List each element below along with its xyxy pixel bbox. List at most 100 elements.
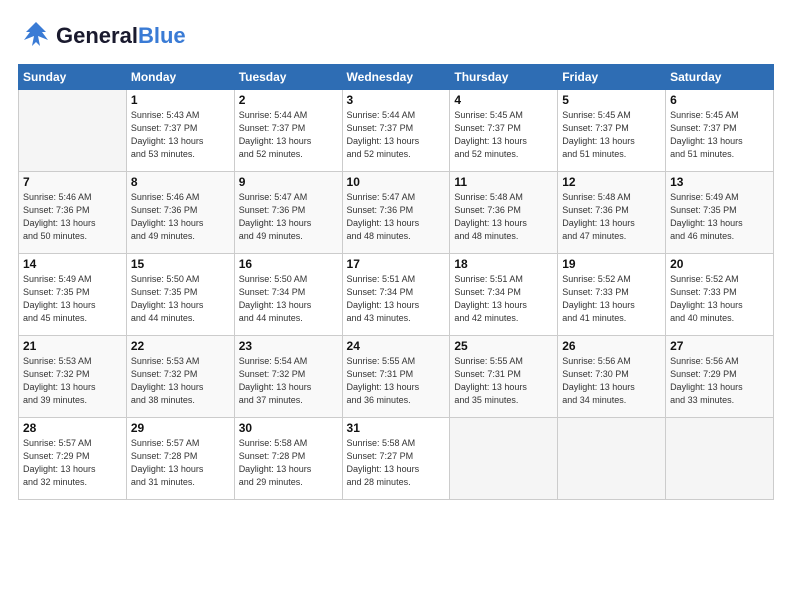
calendar-cell: 14 Sunrise: 5:49 AM Sunset: 7:35 PM Dayli… xyxy=(19,254,127,336)
day-number: 26 xyxy=(562,339,661,353)
day-info: Sunrise: 5:57 AM Sunset: 7:28 PM Dayligh… xyxy=(131,437,230,489)
day-number: 2 xyxy=(239,93,338,107)
day-number: 25 xyxy=(454,339,553,353)
calendar-week-row: 21 Sunrise: 5:53 AM Sunset: 7:32 PM Dayli… xyxy=(19,336,774,418)
calendar-cell: 22 Sunrise: 5:53 AM Sunset: 7:32 PM Dayli… xyxy=(126,336,234,418)
calendar-cell: 30 Sunrise: 5:58 AM Sunset: 7:28 PM Dayli… xyxy=(234,418,342,500)
calendar-cell: 21 Sunrise: 5:53 AM Sunset: 7:32 PM Dayli… xyxy=(19,336,127,418)
day-number: 31 xyxy=(347,421,446,435)
day-info: Sunrise: 5:50 AM Sunset: 7:34 PM Dayligh… xyxy=(239,273,338,325)
day-info: Sunrise: 5:48 AM Sunset: 7:36 PM Dayligh… xyxy=(454,191,553,243)
weekday-header: Sunday xyxy=(19,65,127,90)
day-number: 23 xyxy=(239,339,338,353)
day-info: Sunrise: 5:44 AM Sunset: 7:37 PM Dayligh… xyxy=(239,109,338,161)
day-number: 20 xyxy=(670,257,769,271)
calendar-week-row: 14 Sunrise: 5:49 AM Sunset: 7:35 PM Dayli… xyxy=(19,254,774,336)
calendar-cell: 18 Sunrise: 5:51 AM Sunset: 7:34 PM Dayli… xyxy=(450,254,558,336)
day-info: Sunrise: 5:58 AM Sunset: 7:28 PM Dayligh… xyxy=(239,437,338,489)
calendar-cell: 7 Sunrise: 5:46 AM Sunset: 7:36 PM Daylig… xyxy=(19,172,127,254)
day-number: 10 xyxy=(347,175,446,189)
day-number: 3 xyxy=(347,93,446,107)
day-info: Sunrise: 5:48 AM Sunset: 7:36 PM Dayligh… xyxy=(562,191,661,243)
day-number: 30 xyxy=(239,421,338,435)
day-info: Sunrise: 5:54 AM Sunset: 7:32 PM Dayligh… xyxy=(239,355,338,407)
day-number: 17 xyxy=(347,257,446,271)
day-info: Sunrise: 5:49 AM Sunset: 7:35 PM Dayligh… xyxy=(670,191,769,243)
calendar-cell: 10Sunrise: 5:47 AM Sunset: 7:36 PM Dayli… xyxy=(342,172,450,254)
header: GeneralBlue xyxy=(18,18,774,54)
day-number: 18 xyxy=(454,257,553,271)
calendar-cell: 26 Sunrise: 5:56 AM Sunset: 7:30 PM Dayli… xyxy=(558,336,666,418)
page-container: GeneralBlue SundayMondayTuesdayWednesday… xyxy=(0,0,792,510)
calendar-cell: 27Sunrise: 5:56 AM Sunset: 7:29 PM Dayli… xyxy=(666,336,774,418)
calendar-cell: 19Sunrise: 5:52 AM Sunset: 7:33 PM Dayli… xyxy=(558,254,666,336)
day-info: Sunrise: 5:53 AM Sunset: 7:32 PM Dayligh… xyxy=(131,355,230,407)
day-info: Sunrise: 5:47 AM Sunset: 7:36 PM Dayligh… xyxy=(239,191,338,243)
day-info: Sunrise: 5:56 AM Sunset: 7:30 PM Dayligh… xyxy=(562,355,661,407)
calendar-cell: 16 Sunrise: 5:50 AM Sunset: 7:34 PM Dayli… xyxy=(234,254,342,336)
day-number: 12 xyxy=(562,175,661,189)
calendar-cell xyxy=(450,418,558,500)
day-info: Sunrise: 5:46 AM Sunset: 7:36 PM Dayligh… xyxy=(23,191,122,243)
day-info: Sunrise: 5:49 AM Sunset: 7:35 PM Dayligh… xyxy=(23,273,122,325)
calendar-cell: 1 Sunrise: 5:43 AM Sunset: 7:37 PM Daylig… xyxy=(126,90,234,172)
logo-general: General xyxy=(56,23,138,48)
calendar-cell: 6Sunrise: 5:45 AM Sunset: 7:37 PM Daylig… xyxy=(666,90,774,172)
day-info: Sunrise: 5:45 AM Sunset: 7:37 PM Dayligh… xyxy=(562,109,661,161)
calendar-cell xyxy=(666,418,774,500)
calendar-cell: 31Sunrise: 5:58 AM Sunset: 7:27 PM Dayli… xyxy=(342,418,450,500)
day-info: Sunrise: 5:55 AM Sunset: 7:31 PM Dayligh… xyxy=(454,355,553,407)
calendar-cell: 28Sunrise: 5:57 AM Sunset: 7:29 PM Dayli… xyxy=(19,418,127,500)
day-number: 15 xyxy=(131,257,230,271)
day-number: 7 xyxy=(23,175,122,189)
weekday-header: Thursday xyxy=(450,65,558,90)
calendar-cell: 23 Sunrise: 5:54 AM Sunset: 7:32 PM Dayli… xyxy=(234,336,342,418)
day-number: 16 xyxy=(239,257,338,271)
calendar-table: SundayMondayTuesdayWednesdayThursdayFrid… xyxy=(18,64,774,500)
calendar-cell: 4 Sunrise: 5:45 AM Sunset: 7:37 PM Daylig… xyxy=(450,90,558,172)
day-info: Sunrise: 5:50 AM Sunset: 7:35 PM Dayligh… xyxy=(131,273,230,325)
day-info: Sunrise: 5:51 AM Sunset: 7:34 PM Dayligh… xyxy=(454,273,553,325)
day-number: 5 xyxy=(562,93,661,107)
calendar-cell: 15 Sunrise: 5:50 AM Sunset: 7:35 PM Dayli… xyxy=(126,254,234,336)
day-number: 27 xyxy=(670,339,769,353)
day-info: Sunrise: 5:53 AM Sunset: 7:32 PM Dayligh… xyxy=(23,355,122,407)
calendar-cell: 5 Sunrise: 5:45 AM Sunset: 7:37 PM Daylig… xyxy=(558,90,666,172)
weekday-header: Friday xyxy=(558,65,666,90)
calendar-cell: 11 Sunrise: 5:48 AM Sunset: 7:36 PM Dayli… xyxy=(450,172,558,254)
day-number: 8 xyxy=(131,175,230,189)
calendar-cell xyxy=(558,418,666,500)
day-number: 9 xyxy=(239,175,338,189)
day-number: 14 xyxy=(23,257,122,271)
day-info: Sunrise: 5:45 AM Sunset: 7:37 PM Dayligh… xyxy=(454,109,553,161)
day-info: Sunrise: 5:52 AM Sunset: 7:33 PM Dayligh… xyxy=(670,273,769,325)
day-info: Sunrise: 5:44 AM Sunset: 7:37 PM Dayligh… xyxy=(347,109,446,161)
calendar-cell xyxy=(19,90,127,172)
day-number: 21 xyxy=(23,339,122,353)
logo-blue: Blue xyxy=(138,23,186,48)
day-info: Sunrise: 5:45 AM Sunset: 7:37 PM Dayligh… xyxy=(670,109,769,161)
calendar-week-row: 7 Sunrise: 5:46 AM Sunset: 7:36 PM Daylig… xyxy=(19,172,774,254)
calendar-cell: 3 Sunrise: 5:44 AM Sunset: 7:37 PM Daylig… xyxy=(342,90,450,172)
weekday-header: Wednesday xyxy=(342,65,450,90)
calendar-week-row: 28Sunrise: 5:57 AM Sunset: 7:29 PM Dayli… xyxy=(19,418,774,500)
logo: GeneralBlue xyxy=(18,18,186,54)
day-number: 13 xyxy=(670,175,769,189)
calendar-cell: 29 Sunrise: 5:57 AM Sunset: 7:28 PM Dayli… xyxy=(126,418,234,500)
day-number: 29 xyxy=(131,421,230,435)
weekday-header-row: SundayMondayTuesdayWednesdayThursdayFrid… xyxy=(19,65,774,90)
calendar-cell: 13 Sunrise: 5:49 AM Sunset: 7:35 PM Dayli… xyxy=(666,172,774,254)
calendar-cell: 9 Sunrise: 5:47 AM Sunset: 7:36 PM Daylig… xyxy=(234,172,342,254)
day-number: 28 xyxy=(23,421,122,435)
day-number: 4 xyxy=(454,93,553,107)
calendar-cell: 17Sunrise: 5:51 AM Sunset: 7:34 PM Dayli… xyxy=(342,254,450,336)
day-info: Sunrise: 5:43 AM Sunset: 7:37 PM Dayligh… xyxy=(131,109,230,161)
calendar-cell: 24Sunrise: 5:55 AM Sunset: 7:31 PM Dayli… xyxy=(342,336,450,418)
calendar-cell: 12 Sunrise: 5:48 AM Sunset: 7:36 PM Dayli… xyxy=(558,172,666,254)
day-number: 1 xyxy=(131,93,230,107)
calendar-cell: 20 Sunrise: 5:52 AM Sunset: 7:33 PM Dayli… xyxy=(666,254,774,336)
day-number: 11 xyxy=(454,175,553,189)
day-number: 22 xyxy=(131,339,230,353)
calendar-cell: 2 Sunrise: 5:44 AM Sunset: 7:37 PM Daylig… xyxy=(234,90,342,172)
day-info: Sunrise: 5:46 AM Sunset: 7:36 PM Dayligh… xyxy=(131,191,230,243)
